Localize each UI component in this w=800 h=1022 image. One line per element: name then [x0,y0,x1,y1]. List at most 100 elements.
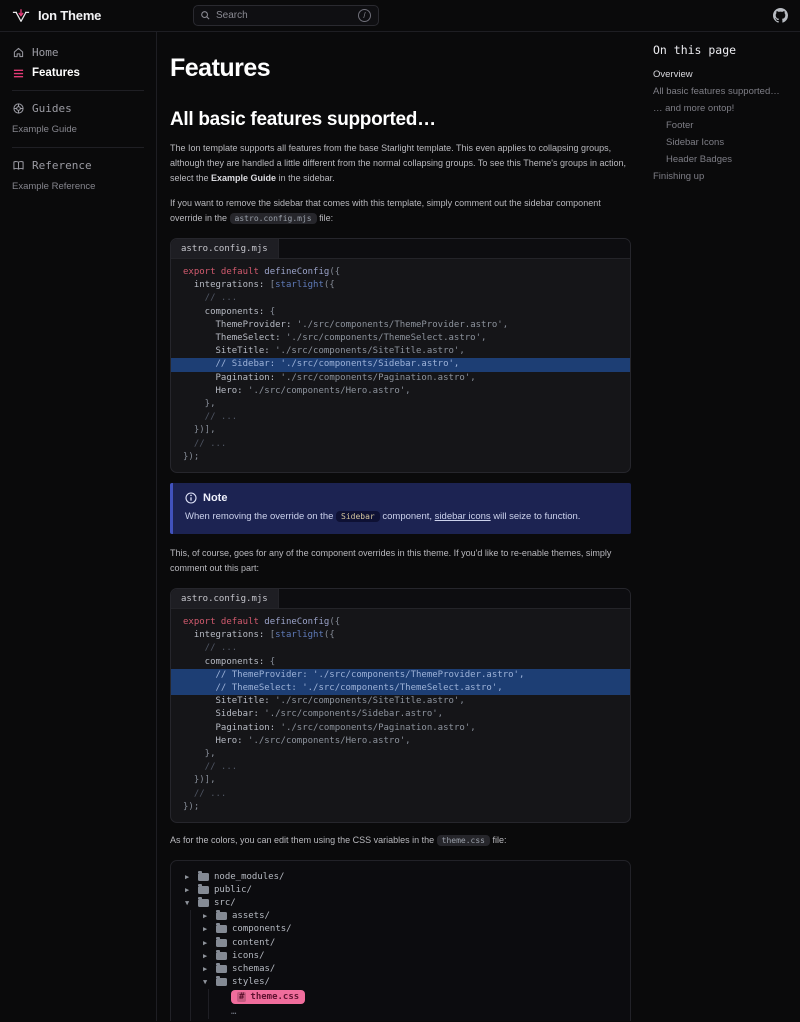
folder-name: src/ [214,898,236,908]
caret-right-icon: ▶ [203,965,211,973]
folder-icon [198,886,209,894]
inline-code: astro.config.mjs [230,213,317,224]
code-line: integrations: [starlight({ [171,629,630,642]
section-heading: All basic features supported… [170,109,631,131]
ion-logo-icon [12,8,30,23]
book-icon [12,160,25,171]
code-line: }, [171,398,630,411]
toc-link[interactable]: … and more ontop! [653,100,790,117]
code-block-header: astro.config.mjs [171,239,630,259]
tree-file: # theme.css [221,989,616,1006]
tree-children: # theme.css … [208,989,616,1019]
home-icon [12,47,25,58]
folder-name: components/ [232,924,292,934]
folder-icon [216,965,227,973]
code-line: // ... [171,761,630,774]
code-line-highlighted: // ThemeProvider: './src/components/Them… [171,669,630,682]
code-tab-filename: astro.config.mjs [171,239,279,258]
sidebar-group-guides[interactable]: Guides [12,99,144,118]
folder-icon [216,978,227,986]
sidebar-group-label: Reference [32,159,92,172]
css-file-icon: # [237,992,246,1002]
note-callout: Note When removing the override on the S… [170,483,631,534]
code-line: components: { [171,656,630,669]
folder-name: content/ [232,938,275,948]
search-shortcut-badge: / [358,9,371,22]
file-tree: ▶node_modules/▶public/▼src/▶assets/▶comp… [170,860,631,1021]
toc-title: On this page [653,43,790,57]
tree-folder[interactable]: ▶node_modules/ [185,870,616,883]
note-body: When removing the override on the Sideba… [185,510,619,524]
site-title[interactable]: Ion Theme [38,8,101,23]
tree-folder[interactable]: ▶ components/ [203,923,616,936]
code-line: // ... [171,411,630,424]
caret-right-icon: ▶ [203,925,211,933]
caret-down-icon: ▼ [185,899,193,907]
toc-link[interactable]: All basic features supported… [653,83,790,100]
note-header: Note [185,492,619,504]
tree-folder[interactable]: ▶ public/ [185,883,616,896]
code-block-sidebar-commented: astro.config.mjs export default defineCo… [170,238,631,473]
toc-link[interactable]: Header Badges [653,151,790,168]
paragraph: The Ion template supports all features f… [170,141,631,186]
code-line: // ... [171,642,630,655]
sidebar-icons-link[interactable]: sidebar icons [435,511,491,522]
inline-code: theme.css [437,835,490,846]
code-line: Hero: './src/components/Hero.astro', [171,735,630,748]
tree-more: … [221,1006,616,1019]
sidebar-item-home[interactable]: Home [12,43,144,62]
code-line: Sidebar: './src/components/Sidebar.astro… [171,708,630,721]
folder-name: assets/ [232,911,270,921]
code-line: // ... [171,438,630,451]
code-line: // ... [171,788,630,801]
code-line: SiteTitle: './src/components/SiteTitle.a… [171,695,630,708]
inline-code: Sidebar [336,511,380,522]
caret-down-icon: ▼ [203,978,211,986]
tree-folder[interactable]: ▼styles/ [203,976,616,989]
code-line: }, [171,748,630,761]
code-area: export default defineConfig({ integratio… [171,259,630,472]
code-line: export default defineConfig({ [171,616,630,629]
caret-right-icon: ▶ [185,886,193,894]
folder-name: public/ [214,885,252,895]
code-tab-filename: astro.config.mjs [171,589,279,608]
code-line: Pagination: './src/components/Pagination… [171,722,630,735]
toc-link[interactable]: Finishing up [653,168,790,185]
info-icon [185,492,197,504]
sidebar-item-example-reference[interactable]: Example Reference [12,177,144,196]
sidebar-item-features[interactable]: Features [12,64,144,82]
tree-folder[interactable]: ▶assets/ [203,910,616,923]
search-input[interactable]: Search / [193,5,379,26]
code-line-highlighted: // Sidebar: './src/components/Sidebar.as… [171,358,630,371]
github-link[interactable] [773,8,788,23]
code-line: Hero: './src/components/Hero.astro', [171,385,630,398]
sidebar-group-reference[interactable]: Reference [12,156,144,175]
caret-right-icon: ▶ [185,873,193,881]
tree-folder[interactable]: ▼ src/ [185,896,616,909]
sidebar-nav: Home Features Guides Example Guide [0,32,157,1021]
tree-more: … [203,1019,616,1021]
code-line: ThemeSelect: './src/components/ThemeSele… [171,332,630,345]
tree-folder[interactable]: ▶schemas/ [203,962,616,975]
sidebar-divider [12,90,144,91]
site-header: Ion Theme Search / [0,0,800,32]
page-layout: Home Features Guides Example Guide [0,32,800,1021]
sidebar-item-example-guide[interactable]: Example Guide [12,120,144,139]
note-title: Note [203,492,227,504]
folder-icon [216,925,227,933]
toc-links: OverviewAll basic features supported…… a… [653,66,790,185]
tree-folder[interactable]: ▶icons/ [203,949,616,962]
code-line: }); [171,451,630,464]
tree-folder[interactable]: ▶content/ [203,936,616,949]
toc-link[interactable]: Footer [653,117,790,134]
code-block-header: astro.config.mjs [171,589,630,609]
toc-link[interactable]: Sidebar Icons [653,134,790,151]
file-name: theme.css [250,992,299,1002]
paragraph: This, of course, goes for any of the com… [170,546,631,576]
ion-theme-docs-page: Ion Theme Search / Home [0,0,800,1022]
search-placeholder: Search [216,10,352,21]
code-line: integrations: [starlight({ [171,279,630,292]
code-line: components: { [171,306,630,319]
code-block-themes-commented: astro.config.mjs export default defineCo… [170,588,631,823]
toc-link[interactable]: Overview [653,66,790,83]
